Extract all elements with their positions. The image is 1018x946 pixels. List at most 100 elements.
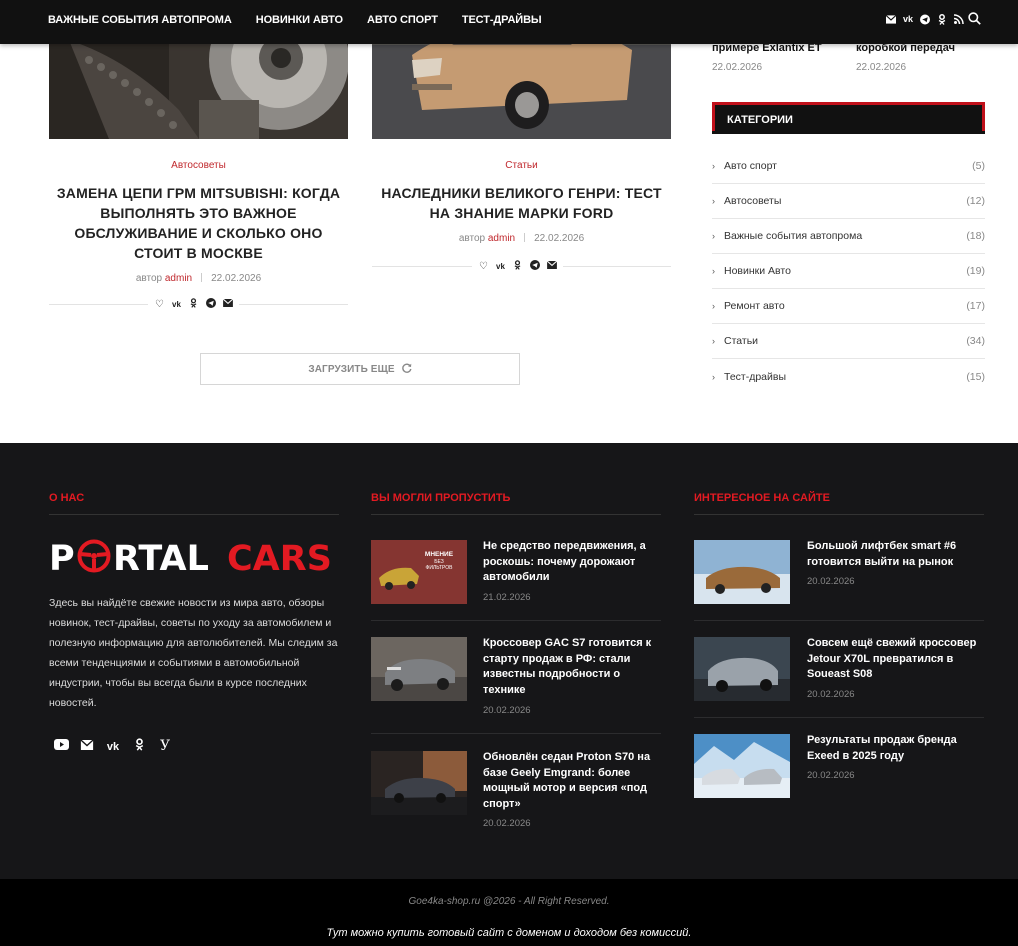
- interesting-thumb-3[interactable]: [694, 734, 790, 798]
- heart-icon[interactable]: ♡: [154, 299, 165, 310]
- missed-post-date: 21.02.2026: [483, 592, 531, 603]
- category-item[interactable]: › Статьи (34): [712, 324, 985, 359]
- interesting-post-title[interactable]: Результаты продаж бренда Exeed в 2025 го…: [807, 733, 985, 764]
- category-count: (5): [972, 160, 985, 172]
- portal-cars-logo[interactable]: P RTAL CARS: [49, 539, 341, 579]
- footer-interesting-title: ИНТЕРЕСНОЕ НА САЙТЕ: [694, 492, 830, 504]
- nav-item-new-cars[interactable]: НОВИНКИ АВТО: [256, 14, 343, 26]
- category-count: (19): [966, 265, 985, 277]
- nav-item-auto-sport[interactable]: АВТО СПОРТ: [367, 14, 438, 26]
- category-item[interactable]: › Ремонт авто (17): [712, 289, 985, 324]
- footer-social-icons: vk У: [53, 738, 173, 754]
- category-name[interactable]: Новинки Авто: [724, 265, 966, 277]
- category-item[interactable]: › Авто спорт (5): [712, 149, 985, 184]
- footer-post-divider: [694, 620, 984, 621]
- nav-item-industry-events[interactable]: ВАЖНЫЕ СОБЫТИЯ АВТОПРОМА: [48, 14, 232, 26]
- mail-icon[interactable]: [79, 739, 95, 753]
- category-name[interactable]: Важные события автопрома: [724, 230, 966, 242]
- interesting-post-date: 20.02.2026: [807, 770, 855, 781]
- footer-post-divider: [371, 733, 661, 734]
- mail-icon[interactable]: [546, 260, 557, 272]
- category-count: (18): [966, 230, 985, 242]
- rss-icon[interactable]: [954, 12, 964, 26]
- category-item[interactable]: › Автосоветы (12): [712, 184, 985, 219]
- odnoklassniki-icon[interactable]: [937, 12, 947, 26]
- category-item[interactable]: › Тест-драйвы (15): [712, 359, 985, 394]
- post-title[interactable]: НАСЛЕДНИКИ ВЕЛИКОГО ГЕНРИ: ТЕСТ НА ЗНАНИ…: [372, 183, 671, 223]
- odnoklassniki-icon[interactable]: [131, 738, 147, 754]
- post-author[interactable]: admin: [488, 233, 515, 244]
- telegram-icon[interactable]: [529, 260, 540, 273]
- telegram-icon[interactable]: [205, 298, 216, 311]
- chevron-right-icon: ›: [712, 196, 715, 206]
- author-prefix: автор: [458, 233, 486, 244]
- copyright: Goe4ka-shop.ru @2026 - All Right Reserve…: [408, 896, 610, 907]
- odnoklassniki-icon[interactable]: [188, 298, 199, 311]
- category-name[interactable]: Статьи: [724, 335, 966, 347]
- footer-post-divider: [694, 717, 984, 718]
- chevron-right-icon: ›: [712, 161, 715, 171]
- post-meta: автор admin 22.02.2026: [372, 233, 671, 244]
- category-name[interactable]: Автосоветы: [724, 195, 966, 207]
- load-more-button[interactable]: ЗАГРУЗИТЬ ЕЩЕ: [200, 353, 520, 385]
- nav-item-test-drives[interactable]: ТЕСТ-ДРАЙВЫ: [462, 14, 542, 26]
- svg-text:P: P: [49, 539, 75, 575]
- missed-post-title[interactable]: Кроссовер GAC S7 готовится к старту прод…: [483, 636, 661, 698]
- post-category[interactable]: Статьи: [372, 160, 671, 171]
- post-category[interactable]: Автосоветы: [49, 160, 348, 171]
- post-title[interactable]: ЗАМЕНА ЦЕПИ ГРМ MITSUBISHI: КОГДА ВЫПОЛН…: [49, 183, 348, 263]
- chevron-right-icon: ›: [712, 336, 715, 346]
- interesting-post-title[interactable]: Совсем ещё свежий кроссовер Jetour X70L …: [807, 636, 985, 683]
- vk-icon[interactable]: vk: [495, 261, 506, 272]
- vk-icon[interactable]: vk: [171, 299, 182, 310]
- odnoklassniki-icon[interactable]: [512, 260, 523, 273]
- chevron-right-icon: ›: [712, 371, 715, 382]
- main-menu: ВАЖНЫЕ СОБЫТИЯ АВТОПРОМА НОВИНКИ АВТО АВ…: [48, 0, 566, 40]
- author-prefix: автор: [135, 273, 163, 284]
- category-item[interactable]: › Новинки Авто (19): [712, 254, 985, 289]
- post-card: Статьи НАСЛЕДНИКИ ВЕЛИКОГО ГЕНРИ: ТЕСТ Н…: [372, 160, 671, 244]
- missed-thumb-2[interactable]: [371, 637, 467, 701]
- footer-missed-title: ВЫ МОГЛИ ПРОПУСТИТЬ: [371, 492, 511, 504]
- category-count: (15): [966, 370, 985, 383]
- category-count: (17): [966, 300, 985, 312]
- yandex-icon[interactable]: У: [157, 738, 173, 754]
- missed-post-title[interactable]: Обновлён седан Proton S70 на базе Geely …: [483, 750, 661, 812]
- heart-icon[interactable]: ♡: [478, 261, 489, 272]
- category-item[interactable]: › Важные события автопрома (18): [712, 219, 985, 254]
- mail-icon[interactable]: [886, 12, 896, 26]
- missed-thumb-1[interactable]: МНЕНИЕ БЕЗ ФИЛЬТРОВ: [371, 540, 467, 604]
- nav-social-icons: vk: [886, 12, 964, 26]
- chevron-right-icon: ›: [712, 231, 715, 241]
- youtube-icon[interactable]: [53, 739, 69, 753]
- interesting-post-title[interactable]: Большой лифтбек smart #6 готовится выйти…: [807, 539, 985, 570]
- category-count: (12): [966, 195, 985, 207]
- svg-text:МНЕНИЕ: МНЕНИЕ: [425, 551, 454, 558]
- interesting-thumb-2[interactable]: [694, 637, 790, 701]
- missed-post-date: 20.02.2026: [483, 705, 531, 716]
- vk-icon[interactable]: vk: [903, 12, 913, 26]
- interesting-post-date: 20.02.2026: [807, 576, 855, 587]
- vk-icon[interactable]: vk: [105, 739, 121, 753]
- category-name[interactable]: Тест-драйвы: [724, 371, 966, 383]
- post-author[interactable]: admin: [165, 273, 192, 284]
- site-sale-link[interactable]: Тут можно купить готовый сайт с доменом …: [0, 927, 1018, 939]
- share-icons: ♡ vk: [472, 260, 563, 273]
- chevron-right-icon: ›: [712, 266, 715, 276]
- category-name[interactable]: Ремонт авто: [724, 300, 966, 312]
- svg-text:ФИЛЬТРОВ: ФИЛЬТРОВ: [426, 565, 454, 571]
- category-name[interactable]: Авто спорт: [724, 160, 972, 172]
- search-icon[interactable]: [968, 12, 982, 26]
- categories-title: КАТЕГОРИИ: [727, 114, 793, 126]
- categories-header-underline: [712, 131, 985, 134]
- categories-list: › Авто спорт (5) › Автосоветы (12) › Важные с…: [712, 149, 985, 394]
- sidebar-mini-post-date: 22.02.2026: [856, 62, 907, 73]
- footer-post-divider: [371, 620, 661, 621]
- interesting-thumb-1[interactable]: [694, 540, 790, 604]
- missed-post-title[interactable]: Не средство передвижения, а роскошь: поч…: [483, 539, 661, 586]
- missed-thumb-3[interactable]: [371, 751, 467, 815]
- footer-about-title: О НАС: [49, 492, 85, 504]
- mail-icon[interactable]: [222, 298, 233, 310]
- footer-divider: [694, 514, 984, 515]
- telegram-icon[interactable]: [920, 12, 930, 26]
